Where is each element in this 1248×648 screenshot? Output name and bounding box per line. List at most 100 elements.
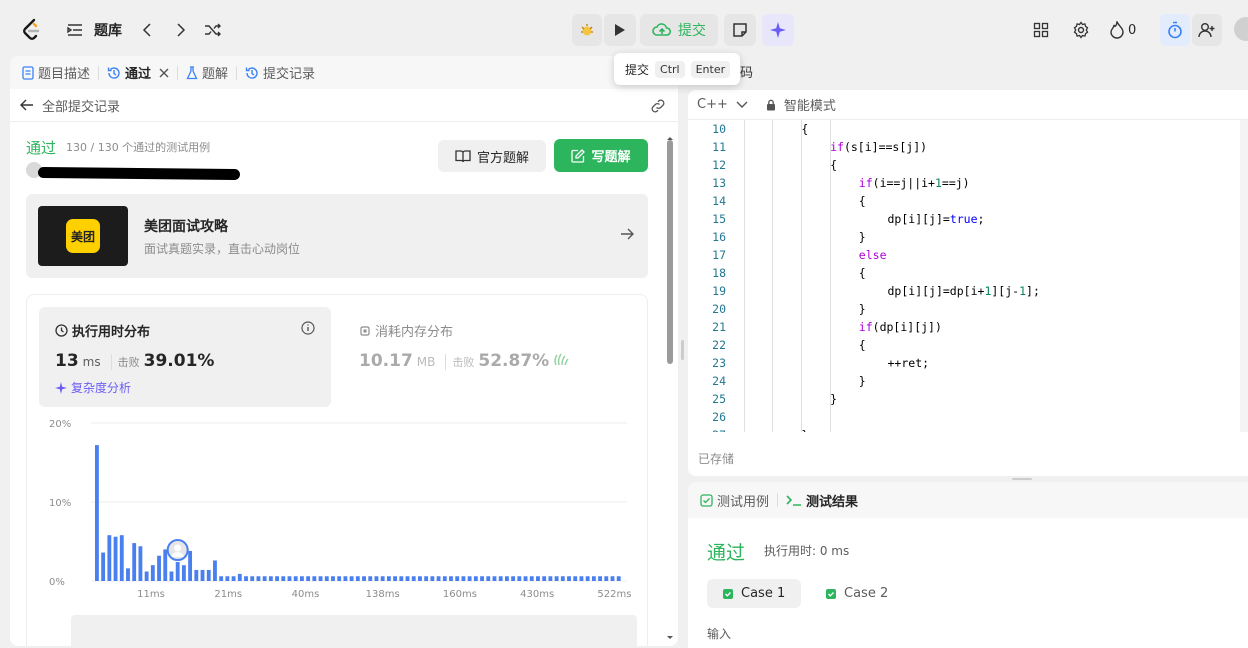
panel-resize-handle-horizontal[interactable] [1012,478,1032,480]
runtime-title: 执行用时分布 [55,321,150,340]
left-panel-scrollbar[interactable] [666,136,674,646]
chart-bar [405,576,410,581]
notes-button[interactable] [724,14,756,46]
chart-bar [256,576,261,581]
code-text: { [801,122,809,136]
line-number: 19 [712,284,726,298]
tab-divider [98,65,100,80]
chart-bar [268,576,273,581]
runtime-unit: ms [82,355,101,369]
prev-problem-icon[interactable] [138,20,156,40]
invite-user-button[interactable] [1192,14,1222,46]
tab-testcases[interactable]: 测试用例 [700,491,769,510]
streak-counter[interactable]: 0 [1110,20,1136,40]
tab-divider [777,493,779,507]
runtime-title-label: 执行用时分布 [72,325,151,340]
problem-list-icon[interactable] [66,21,84,39]
run-button[interactable] [604,14,636,46]
code-text: { [830,158,838,172]
leetcode-logo-icon[interactable] [20,18,44,42]
left-panel: 题目描述 通过 题解 提交记录 全部提交记录 通过 130 / 130 个通过的… [10,56,678,646]
code-text: ++ret; [887,356,930,370]
chart-bar [523,576,528,581]
line-number: 10 [712,122,726,136]
submit-button[interactable]: 提交 [640,14,718,46]
chart-bar [331,576,335,581]
history-icon [245,66,258,79]
next-problem-icon[interactable] [172,20,190,40]
x-tick-label: 160ms [443,589,477,600]
chart-bar [504,576,509,581]
sparkle-icon [55,381,67,394]
language-select[interactable]: C++ [697,97,728,112]
memory-beat-label: 击败 [445,354,474,370]
document-icon [22,65,34,80]
layout-icon[interactable] [1032,21,1050,39]
code-editor-panel: C++ 智能模式 10 {11 if(s[i]==s[j]) 12 {13 if(i==j… [688,90,1248,476]
ai-assistant-button[interactable] [762,14,794,46]
editor-scrollbar[interactable] [1240,120,1248,432]
chart-bar [349,576,354,581]
runtime-panel[interactable]: 执行用时分布 13 ms 击败 39.01% 复杂度分析 [39,307,331,407]
code-text: if(dp[i][j]) [858,320,942,334]
chart-bar [579,576,584,581]
debug-button[interactable] [572,14,602,46]
line-number: 22 [712,338,726,352]
chart-bar [554,576,559,581]
clap-icon [554,353,569,366]
tab-accepted[interactable]: 通过 [107,63,169,82]
memory-title[interactable]: 消耗内存分布 [359,321,453,340]
chart-bar [442,576,447,581]
back-to-submissions[interactable]: 全部提交记录 [10,89,678,122]
problem-bank-link[interactable]: 题库 [94,20,122,40]
tab-description[interactable]: 题目描述 [22,63,90,82]
chart-bar [119,535,124,581]
chevron-down-icon[interactable] [736,101,748,109]
code-tab-partial[interactable]: 码 [740,62,753,81]
code-text: if(s[i]==s[j]) [830,140,928,154]
editor-mode[interactable]: 智能模式 [784,95,836,114]
chart-bar [467,576,472,581]
chip-icon [360,325,370,336]
case-1-tab[interactable]: Case 1 [707,579,802,608]
test-result-panel: 测试用例 测试结果 通过 执行用时: 0 ms Case 1 Case 2 输入 [688,482,1248,648]
case-2-tab[interactable]: Case 2 [810,579,904,608]
chart-bar [529,576,534,581]
promo-banner[interactable]: 美团 美团面试攻略 面试真题实录，直击心动岗位 [26,194,648,278]
chart-bar [355,576,360,581]
flame-icon [1110,21,1124,39]
tab-divider [177,65,179,80]
write-solution-button[interactable]: 写题解 [554,139,648,172]
tab-testresult[interactable]: 测试结果 [786,491,858,510]
chart-range-selector[interactable] [71,615,637,646]
close-tab-icon[interactable] [159,68,169,78]
x-tick-label: 522ms [597,589,631,600]
link-icon[interactable] [650,99,666,113]
tab-submissions[interactable]: 提交记录 [245,63,315,82]
test-status: 通过 [707,542,746,564]
chart-bar [343,576,348,581]
chart-bar [324,576,329,581]
panel-resize-handle[interactable] [681,340,684,360]
chart-bar [312,576,317,581]
line-number: 12 [712,158,726,172]
line-number: 14 [712,194,726,208]
timer-button[interactable] [1160,14,1190,46]
user-avatar[interactable] [1234,17,1248,41]
chart-bar [480,576,484,581]
chart-bar [132,543,137,581]
tab-accepted-label: 通过 [125,67,152,82]
official-solution-button[interactable]: 官方题解 [438,140,546,172]
chart-bar [237,573,242,581]
chart-y-ticks: 20% 10% 0% [49,419,71,588]
tab-solutions[interactable]: 题解 [186,63,228,82]
promo-title: 美团面试攻略 [144,219,228,235]
complexity-analysis-link[interactable]: 复杂度分析 [55,379,131,396]
lock-icon [766,99,775,110]
settings-gear-icon[interactable] [1072,21,1090,39]
tab-description-label: 题目描述 [38,67,91,82]
info-icon[interactable] [301,321,315,335]
random-problem-icon[interactable] [202,20,224,40]
chart-bar [213,560,217,581]
chart-x-ticks: 11ms 21ms 40ms 138ms 160ms 430ms 522ms [137,589,631,600]
